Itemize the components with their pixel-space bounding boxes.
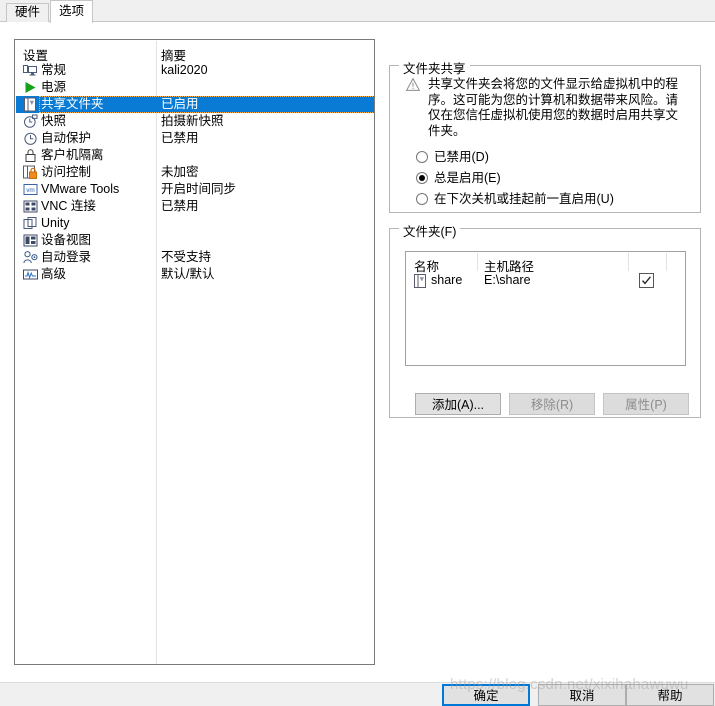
tab-strip: 硬件 选项 bbox=[0, 0, 715, 23]
shared-folder-icon bbox=[23, 97, 38, 112]
settings-row-name: VMware Tools bbox=[41, 182, 120, 196]
radio-until-next-shutdown-label: 在下次关机或挂起前一直启用(U) bbox=[434, 192, 614, 206]
access-control-icon bbox=[23, 165, 38, 180]
power-icon bbox=[23, 80, 38, 95]
tab-options[interactable]: 选项 bbox=[50, 0, 94, 23]
monitor-icon bbox=[23, 63, 38, 78]
settings-row-access-control[interactable]: 访问控制 未加密 bbox=[16, 164, 374, 181]
settings-row-summary: 未加密 bbox=[161, 165, 199, 179]
folder-sharing-group: 文件夹共享 共享文件夹会将您的文件显示给虚拟机中的程序。这可能为您的计算机和数据… bbox=[389, 58, 701, 213]
settings-row-snapshot[interactable]: 快照 拍摄新快照 bbox=[16, 113, 374, 130]
settings-row-vnc[interactable]: VNC 连接 已禁用 bbox=[16, 198, 374, 215]
radio-disabled-label: 已禁用(D) bbox=[434, 150, 489, 164]
folder-enabled-checkbox[interactable] bbox=[639, 273, 654, 288]
settings-row-name: VNC 连接 bbox=[41, 199, 96, 213]
options-panel: 设置 摘要 常规 kali2020 电源 共享文件夹 已启用 快照 拍摄新快照 自动保护 已禁用… bbox=[0, 22, 715, 682]
tab-options-label: 选项 bbox=[59, 4, 85, 18]
settings-row-name: Unity bbox=[41, 216, 70, 230]
settings-row-name: 高级 bbox=[41, 267, 67, 281]
folder-properties-button[interactable]: 属性(P) bbox=[603, 393, 689, 415]
settings-row-name: 快照 bbox=[41, 114, 67, 128]
settings-row-summary: 已启用 bbox=[161, 97, 199, 111]
settings-row-advanced[interactable]: 高级 默认/默认 bbox=[16, 266, 374, 283]
tab-hardware[interactable]: 硬件 bbox=[6, 3, 50, 22]
settings-row-monitor[interactable]: 常规 kali2020 bbox=[16, 62, 374, 79]
settings-row-name: 常规 bbox=[41, 63, 67, 77]
tab-hardware-label: 硬件 bbox=[15, 5, 41, 19]
folder-host-path: E:\share bbox=[484, 273, 531, 287]
svg-text:vm: vm bbox=[26, 187, 35, 194]
settings-row-summary: 已禁用 bbox=[161, 131, 199, 145]
device-view-icon bbox=[23, 233, 38, 248]
table-row[interactable]: share E:\share bbox=[406, 272, 685, 291]
guest-isolation-icon bbox=[23, 148, 38, 163]
folders-table-divider-1 bbox=[477, 253, 478, 271]
settings-row-name: 访问控制 bbox=[41, 165, 92, 179]
settings-row-summary: 默认/默认 bbox=[161, 267, 215, 281]
radio-always-enabled-button[interactable] bbox=[416, 172, 428, 184]
folder-sharing-warning-text: 共享文件夹会将您的文件显示给虚拟机中的程序。这可能为您的计算机和数据带来风险。请… bbox=[428, 77, 679, 138]
folders-group: 文件夹(F) 名称 主机路径 share E:\share bbox=[389, 221, 701, 418]
unity-icon bbox=[23, 216, 38, 231]
cancel-button[interactable]: 取消 bbox=[538, 684, 626, 706]
ok-button[interactable]: 确定 bbox=[442, 684, 530, 706]
radio-always-enabled-label: 总是启用(E) bbox=[434, 171, 501, 185]
settings-list[interactable]: 设置 摘要 常规 kali2020 电源 共享文件夹 已启用 快照 拍摄新快照 自动保护 已禁用… bbox=[14, 39, 375, 665]
settings-row-summary: 不受支持 bbox=[161, 250, 212, 264]
settings-row-power[interactable]: 电源 bbox=[16, 79, 374, 96]
vnc-icon bbox=[23, 199, 38, 214]
folder-name: share bbox=[431, 273, 463, 287]
settings-row-summary: kali2020 bbox=[161, 63, 208, 77]
settings-row-name: 设备视图 bbox=[41, 233, 92, 247]
settings-row-vmware-tools[interactable]: vm VMware Tools 开启时间同步 bbox=[16, 181, 374, 198]
settings-row-summary: 拍摄新快照 bbox=[161, 114, 224, 128]
settings-row-name: 客户机隔离 bbox=[41, 148, 104, 162]
settings-row-name: 自动登录 bbox=[41, 250, 92, 264]
folders-group-label: 文件夹(F) bbox=[399, 221, 461, 240]
warning-triangle-icon bbox=[405, 77, 421, 91]
settings-row-name: 自动保护 bbox=[41, 131, 92, 145]
settings-row-autologin[interactable]: 自动登录 不受支持 bbox=[16, 249, 374, 266]
folders-table-divider-2 bbox=[628, 253, 629, 271]
snapshot-icon bbox=[23, 114, 38, 129]
footer-separator bbox=[0, 682, 715, 683]
settings-row-guest-isolation[interactable]: 客户机隔离 bbox=[16, 147, 374, 164]
help-button[interactable]: 帮助 bbox=[626, 684, 714, 706]
settings-row-name: 电源 bbox=[41, 80, 67, 94]
settings-row-name: 共享文件夹 bbox=[41, 97, 104, 111]
autologin-icon bbox=[23, 250, 38, 265]
autoprotect-icon bbox=[23, 131, 38, 146]
remove-folder-button[interactable]: 移除(R) bbox=[509, 393, 595, 415]
add-folder-button[interactable]: 添加(A)... bbox=[415, 393, 501, 415]
settings-row-summary: 开启时间同步 bbox=[161, 182, 237, 196]
radio-selected-dot bbox=[419, 175, 425, 181]
radio-until-next-shutdown-button[interactable] bbox=[416, 193, 428, 205]
settings-row-device-view[interactable]: 设备视图 bbox=[16, 232, 374, 249]
folders-table-divider-3 bbox=[666, 253, 667, 271]
advanced-icon bbox=[23, 267, 38, 282]
settings-row-summary: 已禁用 bbox=[161, 199, 199, 213]
folder-icon bbox=[414, 274, 427, 288]
settings-row-autoprotect[interactable]: 自动保护 已禁用 bbox=[16, 130, 374, 147]
settings-row-shared-folder[interactable]: 共享文件夹 已启用 bbox=[16, 96, 374, 113]
folder-sharing-group-label: 文件夹共享 bbox=[399, 58, 470, 77]
folders-table[interactable]: 名称 主机路径 share E:\share bbox=[405, 251, 686, 366]
radio-disabled-button[interactable] bbox=[416, 151, 428, 163]
settings-row-unity[interactable]: Unity bbox=[16, 215, 374, 232]
vmware-tools-icon: vm bbox=[23, 182, 38, 197]
